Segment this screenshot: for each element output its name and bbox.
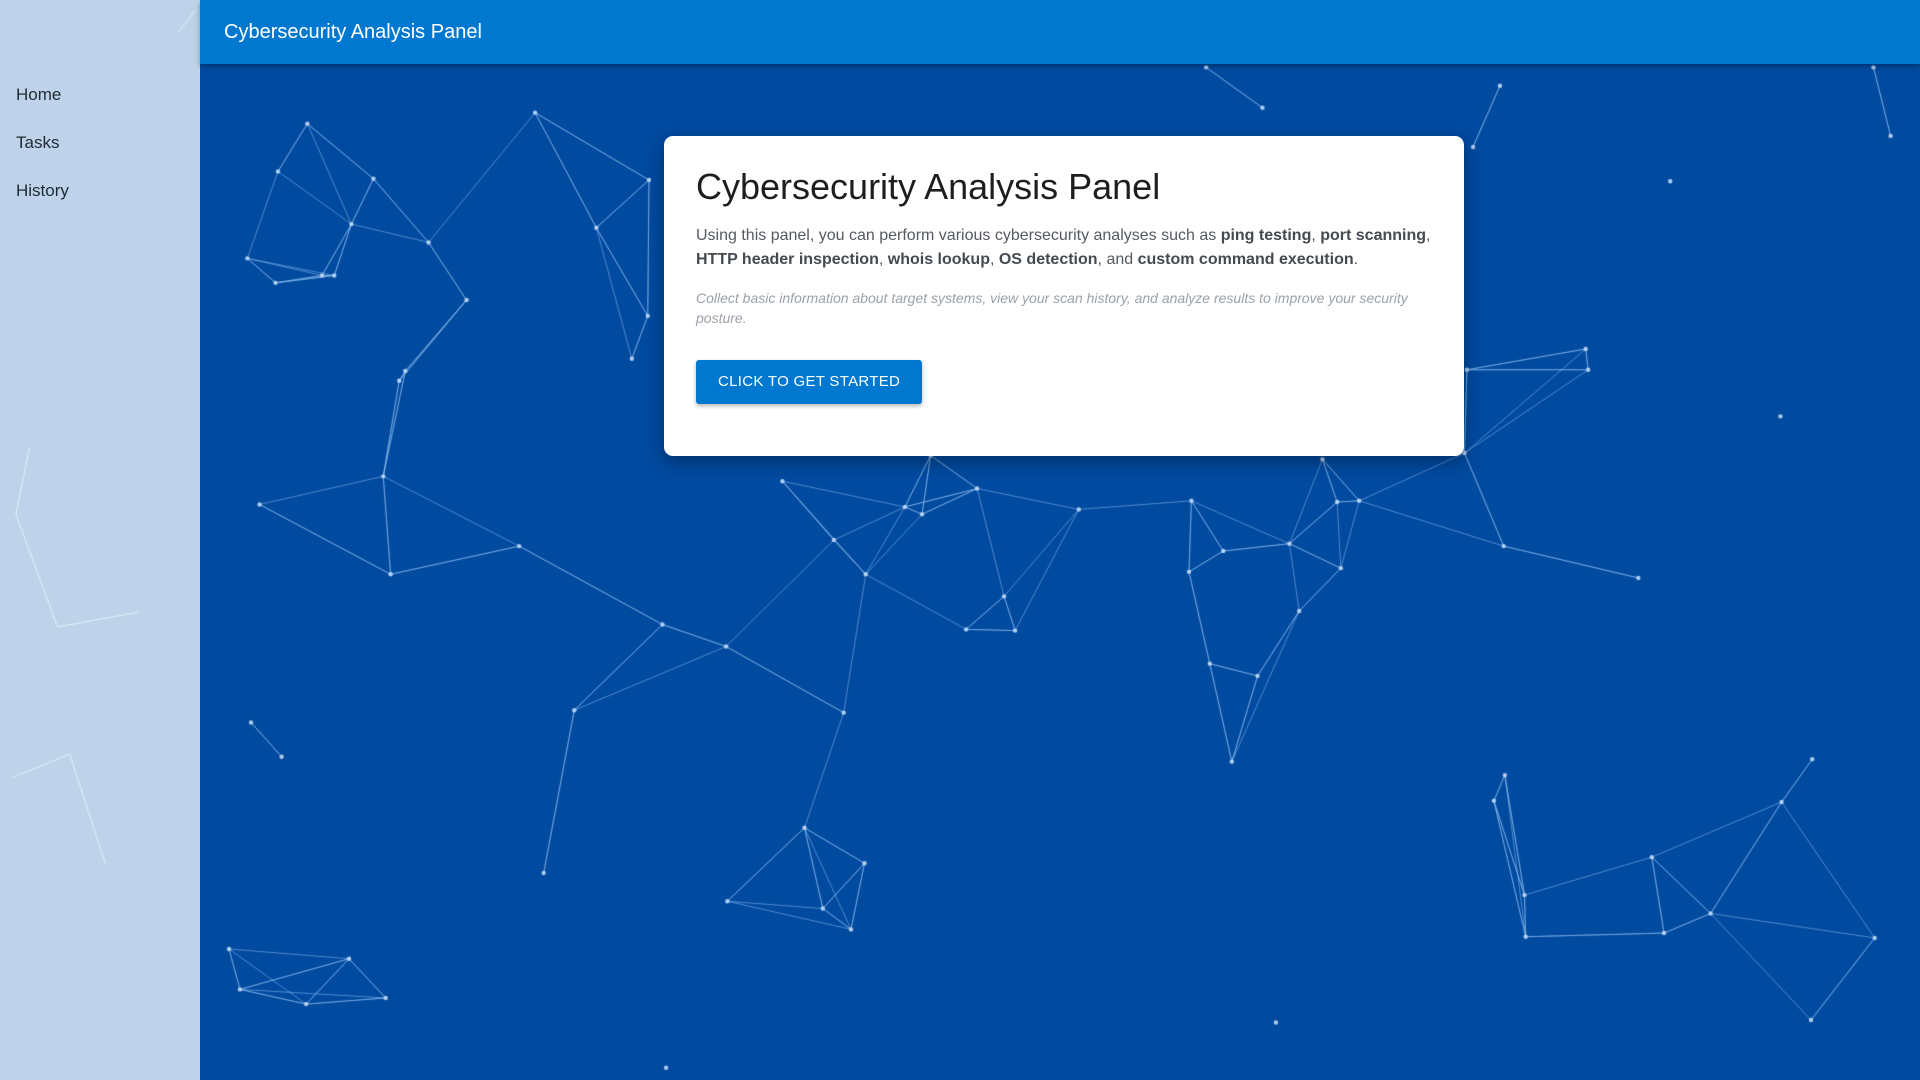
get-started-button[interactable]: CLICK TO GET STARTED bbox=[696, 360, 923, 404]
sidebar-item-history[interactable]: History bbox=[0, 174, 200, 222]
desc-text: , and bbox=[1097, 251, 1138, 268]
welcome-card: Cybersecurity Analysis Panel Using this … bbox=[664, 136, 1464, 456]
card-title: Cybersecurity Analysis Panel bbox=[696, 166, 1161, 207]
desc-custom-command-execution: custom command execution bbox=[1137, 251, 1354, 268]
sidebar-item-home[interactable]: Home bbox=[0, 78, 200, 126]
desc-text: , bbox=[878, 251, 888, 268]
desc-whois-lookup: whois lookup bbox=[887, 251, 990, 268]
desc-port-scanning: port scanning bbox=[1320, 227, 1427, 244]
desc-os-detection: OS detection bbox=[998, 251, 1098, 268]
desc-ping-testing: ping testing bbox=[1220, 227, 1312, 244]
sidebar-item-tasks[interactable]: Tasks bbox=[0, 126, 200, 174]
desc-text: , bbox=[1311, 227, 1321, 244]
desc-http-header-inspection: HTTP header inspection bbox=[696, 251, 879, 268]
card-description: Using this panel, you can perform variou… bbox=[696, 224, 1432, 272]
desc-text: , bbox=[989, 251, 999, 268]
desc-text: . bbox=[1353, 251, 1359, 268]
desc-text: Using this panel, you can perform variou… bbox=[696, 227, 1221, 244]
desc-text: , bbox=[1426, 227, 1431, 244]
sidebar-nav: Home Tasks History bbox=[0, 0, 200, 222]
card-note: Collect basic information about target s… bbox=[696, 290, 1408, 326]
app-bar: Cybersecurity Analysis Panel bbox=[200, 0, 1920, 64]
sidebar: Home Tasks History bbox=[0, 0, 200, 1080]
app-title: Cybersecurity Analysis Panel bbox=[224, 21, 482, 43]
